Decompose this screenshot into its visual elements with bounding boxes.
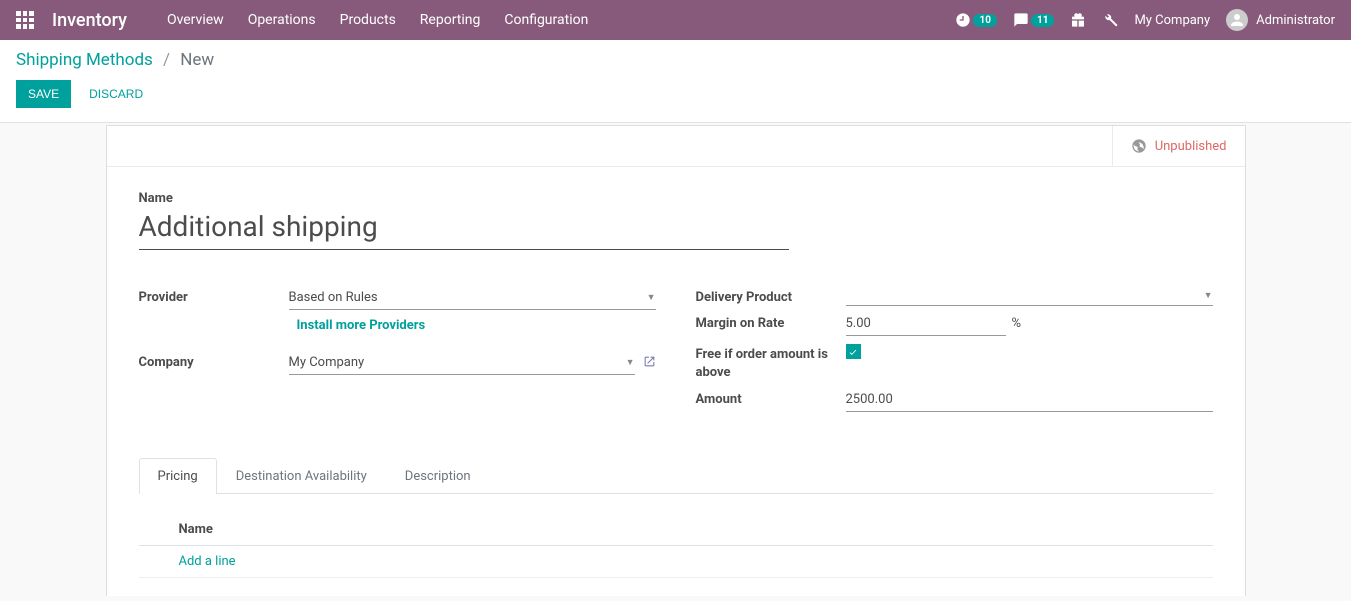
add-line-link[interactable]: Add a line — [179, 554, 236, 569]
clock-icon — [955, 12, 971, 28]
nav-overview[interactable]: Overview — [167, 12, 224, 28]
form-sheet: Unpublished Name Provider Based on Rules… — [106, 125, 1246, 596]
provider-select[interactable]: Based on Rules ▼ — [289, 286, 656, 310]
nav-operations[interactable]: Operations — [248, 12, 316, 28]
timer-badge-group[interactable]: 10 — [955, 12, 996, 28]
tricing-tab-content: Name Add a line — [139, 494, 1213, 596]
apps-icon[interactable] — [16, 11, 34, 29]
user-name: Administrator — [1256, 13, 1335, 28]
company-selector[interactable]: My Company — [1134, 13, 1210, 28]
scroll-area[interactable]: Unpublished Name Provider Based on Rules… — [0, 123, 1351, 596]
breadcrumb: Shipping Methods / New — [16, 50, 1335, 70]
margin-input[interactable] — [846, 312, 1006, 336]
name-input[interactable] — [139, 206, 789, 250]
discard-button[interactable]: Discard — [79, 80, 153, 108]
provider-label: Provider — [139, 286, 289, 305]
nav-products[interactable]: Products — [340, 12, 396, 28]
unpublished-label: Unpublished — [1155, 139, 1227, 154]
timer-badge: 10 — [973, 14, 996, 27]
breadcrumb-current: New — [180, 50, 214, 70]
company-label: Company — [139, 351, 289, 370]
provider-value: Based on Rules — [289, 290, 378, 305]
free-if-label: Free if order amount is above — [696, 342, 846, 382]
tab-destination-availability[interactable]: Destination Availability — [217, 458, 386, 494]
control-panel: Shipping Methods / New Save Discard — [0, 40, 1351, 123]
save-button[interactable]: Save — [16, 80, 71, 108]
caret-down-icon: ▼ — [1204, 290, 1213, 301]
breadcrumb-separator: / — [163, 50, 170, 70]
tools-icon[interactable] — [1102, 12, 1118, 28]
messages-badge-group[interactable]: 11 — [1013, 12, 1054, 28]
status-bar: Unpublished — [107, 126, 1245, 167]
margin-unit: % — [1012, 316, 1022, 331]
company-value: My Company — [289, 355, 365, 370]
free-if-checkbox[interactable] — [846, 344, 861, 359]
globe-icon — [1131, 138, 1147, 154]
nav-menu: Overview Operations Products Reporting C… — [167, 12, 956, 28]
publish-toggle[interactable]: Unpublished — [1112, 126, 1245, 166]
delivery-product-select[interactable]: ▼ — [846, 286, 1213, 306]
company-select[interactable]: My Company ▼ — [289, 351, 635, 375]
tab-description[interactable]: Description — [386, 458, 490, 494]
breadcrumb-parent[interactable]: Shipping Methods — [16, 50, 153, 70]
amount-input[interactable] — [846, 388, 1213, 412]
tabs: Pricing Destination Availability Descrip… — [139, 458, 1213, 494]
name-label: Name — [139, 191, 1213, 206]
amount-label: Amount — [696, 388, 846, 407]
tab-pricing[interactable]: Pricing — [139, 458, 217, 494]
nav-reporting[interactable]: Reporting — [420, 12, 481, 28]
install-providers-link[interactable]: Install more Providers — [297, 318, 426, 333]
nav-right: 10 11 My Company Administrator — [955, 9, 1335, 31]
margin-label: Margin on Rate — [696, 312, 846, 331]
user-menu[interactable]: Administrator — [1226, 9, 1335, 31]
check-icon — [848, 347, 858, 357]
caret-down-icon: ▼ — [626, 357, 635, 368]
chat-icon — [1013, 12, 1029, 28]
table-header-name: Name — [139, 514, 1213, 546]
delivery-product-label: Delivery Product — [696, 286, 846, 305]
gift-icon[interactable] — [1070, 12, 1086, 28]
nav-configuration[interactable]: Configuration — [504, 12, 588, 28]
messages-badge: 11 — [1031, 14, 1054, 27]
app-brand: Inventory — [52, 10, 127, 31]
navbar: Inventory Overview Operations Products R… — [0, 0, 1351, 40]
caret-down-icon: ▼ — [647, 292, 656, 303]
avatar-icon — [1226, 9, 1248, 31]
external-link-icon[interactable] — [643, 355, 656, 372]
button-row: Save Discard — [16, 80, 1335, 108]
